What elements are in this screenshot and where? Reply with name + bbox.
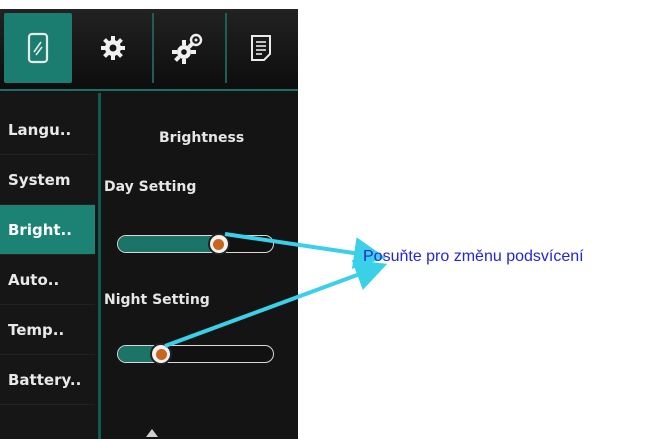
annotation-text: Posuňte pro změnu podsvícení bbox=[363, 248, 584, 265]
night-arrow bbox=[164, 259, 388, 348]
day-arrow bbox=[224, 232, 386, 269]
annotation-arrows bbox=[164, 232, 388, 348]
